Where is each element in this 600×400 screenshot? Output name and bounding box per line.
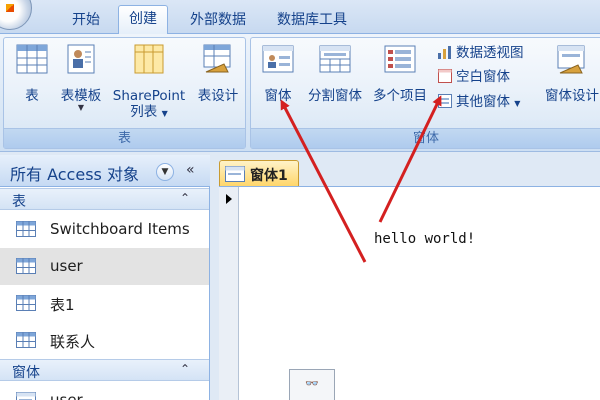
document-area: 窗体1 hello world! 👓 bbox=[211, 155, 600, 400]
group-forms: 窗体 分割窗体 多个项目 数据透视图 空白窗体 其他窗体 ▼ 窗体设计 窗体 bbox=[250, 37, 600, 149]
form-text-label: hello world! bbox=[374, 231, 476, 247]
list-item-label: Switchboard Items bbox=[50, 220, 190, 238]
sharepoint-label-line2-text: 列表 bbox=[130, 104, 158, 120]
multiple-items-button[interactable]: 多个项目 bbox=[369, 44, 431, 124]
ribbon-tab-strip: 开始 创建 外部数据 数据库工具 bbox=[0, 0, 600, 35]
office-button[interactable] bbox=[0, 0, 32, 30]
shutter-collapse-icon[interactable]: « bbox=[186, 162, 195, 178]
nav-header[interactable]: 所有 Access 对象 ▼ « bbox=[0, 155, 210, 187]
table-design-icon bbox=[203, 44, 231, 73]
chevron-down-icon: ▼ bbox=[77, 103, 85, 112]
multiple-items-icon bbox=[384, 45, 416, 73]
group-label-forms: 窗体 bbox=[251, 128, 600, 148]
multiple-items-label: 多个项目 bbox=[373, 88, 427, 104]
chevron-down-icon: ▼ bbox=[514, 99, 521, 108]
list-item-label: 联系人 bbox=[50, 333, 96, 351]
list-item[interactable]: 联系人 bbox=[0, 322, 209, 359]
group-tables: 表 表模板 ▼ SharePoint 列表 ▼ 表设计 表 bbox=[3, 37, 246, 149]
table-design-label: 表设计 bbox=[197, 88, 239, 104]
tab-database-tools[interactable]: 数据库工具 bbox=[267, 8, 357, 34]
chevron-down-icon: ▼ bbox=[161, 109, 168, 118]
pivot-chart-icon bbox=[438, 46, 451, 59]
pivot-chart-button[interactable]: 数据透视图 bbox=[437, 42, 524, 64]
blank-form-label: 空白窗体 bbox=[456, 69, 510, 85]
chevron-up-double-icon[interactable]: ⌃ bbox=[180, 191, 190, 205]
table-button-label: 表 bbox=[25, 88, 39, 104]
table-templates-label: 表模板 bbox=[60, 88, 102, 104]
binoculars-icon: 👓 bbox=[305, 377, 319, 390]
table-icon bbox=[16, 258, 36, 274]
record-pointer-icon bbox=[226, 194, 232, 204]
form-button[interactable]: 窗体 bbox=[257, 44, 299, 124]
office-logo-icon bbox=[6, 4, 14, 12]
more-forms-label: 其他窗体 bbox=[456, 94, 510, 110]
list-item[interactable]: user bbox=[0, 248, 209, 285]
toolbox-palette[interactable]: 👓 bbox=[289, 369, 335, 400]
navigation-pane: 所有 Access 对象 ▼ « 表 ⌃ Switchboard Items u… bbox=[0, 155, 210, 400]
list-item[interactable]: 表1 bbox=[0, 285, 209, 322]
nav-section-title: 窗体 bbox=[12, 365, 40, 381]
table-button[interactable]: 表 bbox=[14, 44, 50, 124]
table-icon bbox=[16, 295, 36, 311]
form-design-button[interactable]: 窗体设计 bbox=[539, 44, 600, 124]
ribbon: 表 表模板 ▼ SharePoint 列表 ▼ 表设计 表 窗体 分割窗体 多个… bbox=[0, 34, 600, 152]
list-item[interactable]: Switchboard Items bbox=[0, 211, 209, 248]
form-icon bbox=[16, 392, 36, 400]
group-label-tables: 表 bbox=[4, 128, 245, 148]
nav-section-tables[interactable]: 表 ⌃ bbox=[0, 188, 209, 210]
list-item[interactable]: user bbox=[0, 382, 209, 400]
tab-home[interactable]: 开始 bbox=[62, 8, 110, 34]
list-item-label: user bbox=[50, 391, 83, 400]
blank-form-button[interactable]: 空白窗体 bbox=[437, 66, 510, 88]
table-icon bbox=[16, 221, 36, 237]
tab-external-data[interactable]: 外部数据 bbox=[180, 8, 256, 34]
sharepoint-lists-button[interactable]: SharePoint 列表 ▼ bbox=[108, 44, 190, 124]
blank-form-icon bbox=[438, 69, 452, 83]
form-button-label: 窗体 bbox=[264, 88, 292, 104]
list-item-label: user bbox=[50, 257, 83, 275]
split-form-label: 分割窗体 bbox=[308, 88, 362, 104]
split-form-button[interactable]: 分割窗体 bbox=[303, 44, 367, 124]
form-design-icon bbox=[557, 45, 585, 74]
nav-menu-dropdown-icon[interactable]: ▼ bbox=[156, 163, 174, 181]
nav-title: 所有 Access 对象 bbox=[10, 165, 139, 184]
table-icon bbox=[16, 332, 36, 348]
form-icon bbox=[225, 166, 245, 182]
more-forms-icon bbox=[438, 94, 452, 108]
table-design-button[interactable]: 表设计 bbox=[194, 44, 242, 124]
record-selector-bar[interactable] bbox=[219, 187, 239, 400]
sharepoint-list-icon bbox=[134, 44, 164, 74]
sharepoint-label-line1: SharePoint bbox=[112, 88, 186, 104]
document-tab-label: 窗体1 bbox=[250, 168, 288, 184]
tab-create[interactable]: 创建 bbox=[118, 5, 168, 35]
more-forms-button[interactable]: 其他窗体 ▼ bbox=[437, 91, 520, 113]
sharepoint-label-line2: 列表 ▼ bbox=[108, 104, 190, 122]
nav-section-title: 表 bbox=[12, 194, 26, 210]
table-icon bbox=[16, 44, 48, 74]
table-template-icon bbox=[67, 44, 95, 74]
form-canvas[interactable]: hello world! 👓 bbox=[219, 186, 600, 400]
form-icon bbox=[262, 45, 294, 73]
table-templates-button[interactable]: 表模板 ▼ bbox=[56, 44, 106, 124]
pivot-chart-label: 数据透视图 bbox=[456, 45, 524, 61]
document-tab-form1[interactable]: 窗体1 bbox=[219, 160, 299, 186]
list-item-label: 表1 bbox=[50, 296, 75, 314]
chevron-up-double-icon[interactable]: ⌃ bbox=[180, 362, 190, 376]
nav-section-forms[interactable]: 窗体 ⌃ bbox=[0, 359, 209, 381]
split-form-icon bbox=[319, 45, 351, 73]
form-design-label: 窗体设计 bbox=[545, 88, 599, 104]
